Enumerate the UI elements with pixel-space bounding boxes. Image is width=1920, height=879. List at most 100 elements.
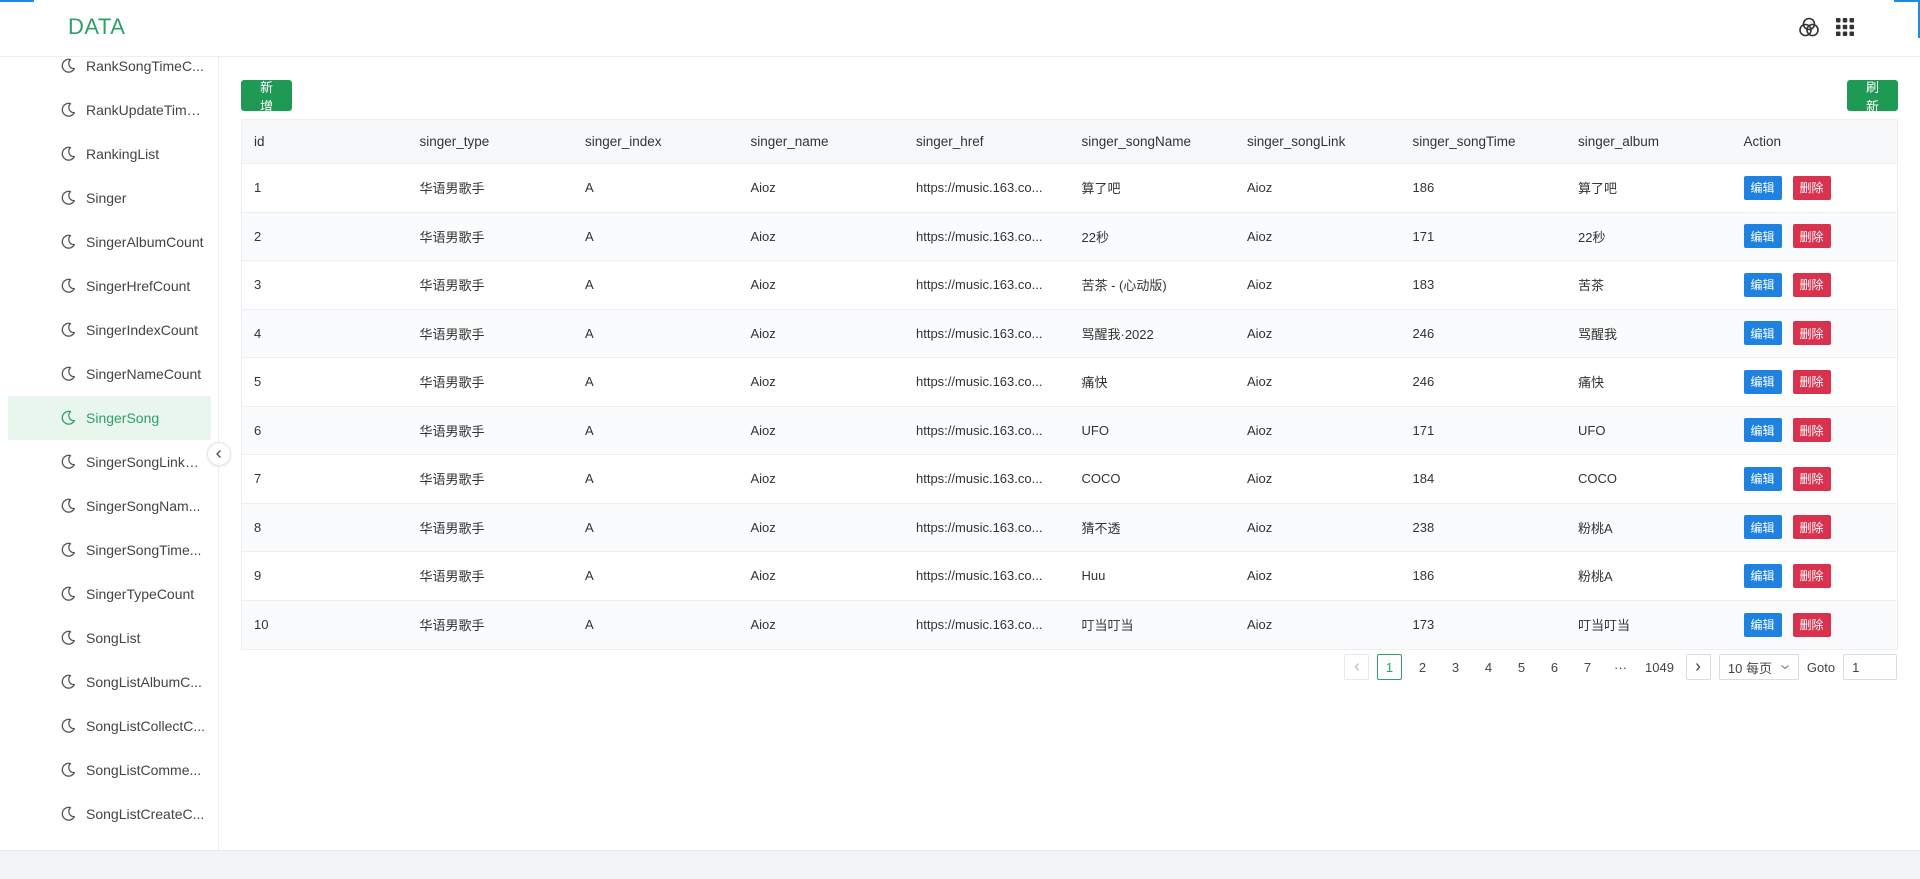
table-cell[interactable]: https://music.163.co... <box>904 164 1070 212</box>
edit-button[interactable]: 编辑 <box>1743 515 1782 540</box>
cell-text: 华语男歌手 <box>419 618 485 634</box>
page-last[interactable]: 1049 <box>1641 654 1678 680</box>
page-number[interactable]: 7 <box>1575 654 1600 680</box>
table-cell[interactable]: https://music.163.co... <box>904 455 1070 503</box>
sidebar-item[interactable]: SingerTypeCount <box>0 572 218 616</box>
table-cell: UFO <box>1070 407 1236 455</box>
sidebar-item[interactable]: SingerNameCount <box>0 352 218 396</box>
cell-text: Aioz <box>750 228 776 244</box>
table-cell: Aioz <box>1235 504 1401 552</box>
page-number[interactable]: 2 <box>1410 654 1435 680</box>
table-cell: 3 <box>242 261 408 309</box>
table-cell: 22秒 <box>1566 213 1732 261</box>
sidebar-item[interactable]: SongListAlbumC... <box>0 660 218 704</box>
delete-button[interactable]: 删除 <box>1792 272 1831 297</box>
goto-input[interactable] <box>1843 654 1898 680</box>
cell-text: https://music.163.co... <box>916 277 1043 293</box>
table-cell: 苦茶 <box>1566 261 1732 309</box>
table-cell[interactable]: https://music.163.co... <box>904 504 1070 552</box>
table-cell[interactable]: https://music.163.co... <box>904 601 1070 650</box>
sidebar-item[interactable]: SongListDetail... <box>0 836 218 850</box>
column-header: Action <box>1743 134 1782 149</box>
table-cell: Aioz <box>739 310 905 358</box>
cell-text: UFO <box>1578 422 1606 438</box>
sidebar-item[interactable]: RankUpdateTime... <box>0 88 218 132</box>
moon-icon <box>61 586 76 601</box>
edit-button[interactable]: 编辑 <box>1743 563 1782 588</box>
edit-button[interactable]: 编辑 <box>1743 466 1782 491</box>
edit-button[interactable]: 编辑 <box>1743 369 1782 394</box>
sidebar-item[interactable]: SingerIndexCount <box>0 308 218 352</box>
delete-button[interactable]: 删除 <box>1792 612 1831 637</box>
cell-text: 3 <box>254 277 262 293</box>
sidebar-item[interactable]: RankingList <box>0 132 218 176</box>
sidebar-item[interactable]: SongList <box>0 616 218 660</box>
cell-text: 1 <box>254 180 262 196</box>
chevron-left-icon <box>1354 663 1359 671</box>
table-cell: Aioz <box>739 504 905 552</box>
sidebar-item[interactable]: SingerHrefCount <box>0 264 218 308</box>
cell-text: 华语男歌手 <box>419 326 485 342</box>
app-logo[interactable]: DATA <box>68 14 125 40</box>
table-cell: 246 <box>1401 358 1567 406</box>
page-ellipsis[interactable]: ··· <box>1608 654 1633 680</box>
color-circles-icon[interactable] <box>1797 15 1821 39</box>
edit-button[interactable]: 编辑 <box>1743 272 1782 297</box>
edit-button[interactable]: 编辑 <box>1743 321 1782 346</box>
sidebar-item[interactable]: SingerSongTime... <box>0 528 218 572</box>
next-page-button[interactable] <box>1685 654 1711 680</box>
table-cell[interactable]: https://music.163.co... <box>904 407 1070 455</box>
table-cell: Aioz <box>739 261 905 309</box>
edit-button[interactable]: 编辑 <box>1743 224 1782 249</box>
prev-page-button[interactable] <box>1344 654 1369 680</box>
moon-icon <box>61 542 76 557</box>
page-number[interactable]: 6 <box>1542 654 1567 680</box>
sidebar-item[interactable]: SingerSongLinkC... <box>0 440 218 484</box>
page-number[interactable]: 1 <box>1377 654 1402 680</box>
table-cell[interactable]: https://music.163.co... <box>904 552 1070 600</box>
page-number[interactable]: 5 <box>1509 654 1534 680</box>
delete-button[interactable]: 删除 <box>1792 563 1831 588</box>
table-cell: 171 <box>1401 407 1567 455</box>
page-size-select[interactable]: 10 每页 <box>1718 654 1799 680</box>
grid-apps-icon[interactable] <box>1833 15 1857 39</box>
edit-button[interactable]: 编辑 <box>1743 175 1782 200</box>
delete-button[interactable]: 删除 <box>1792 175 1831 200</box>
table-cell[interactable]: https://music.163.co... <box>904 261 1070 309</box>
page-number[interactable]: 4 <box>1476 654 1501 680</box>
delete-button[interactable]: 删除 <box>1792 369 1831 394</box>
cell-text: 173 <box>1412 617 1435 633</box>
table-cell[interactable]: https://music.163.co... <box>904 358 1070 406</box>
delete-button[interactable]: 删除 <box>1792 224 1831 249</box>
page-number[interactable]: 3 <box>1443 654 1468 680</box>
sidebar-collapse-button[interactable] <box>207 442 231 466</box>
delete-button[interactable]: 删除 <box>1792 515 1831 540</box>
add-button[interactable]: 新增 <box>241 80 292 114</box>
table-cell: Aioz <box>1235 261 1401 309</box>
cell-text: Aioz <box>1247 422 1273 438</box>
table-cell[interactable]: https://music.163.co... <box>904 213 1070 261</box>
edit-button[interactable]: 编辑 <box>1743 418 1782 443</box>
delete-button[interactable]: 删除 <box>1792 321 1831 346</box>
delete-button[interactable]: 删除 <box>1792 418 1831 443</box>
row-actions: 编辑 删除 <box>1732 358 1898 406</box>
cell-text: 171 <box>1412 422 1435 438</box>
moon-icon <box>61 102 76 117</box>
sidebar-item[interactable]: SongListCollectC... <box>0 704 218 748</box>
edit-button[interactable]: 编辑 <box>1743 612 1782 637</box>
sidebar-item[interactable]: SingerSongNam... <box>0 484 218 528</box>
sidebar-item[interactable]: Singer <box>0 176 218 220</box>
sidebar-item[interactable]: RankSongTimeC... <box>0 57 218 88</box>
chevron-left-icon <box>216 450 221 458</box>
sidebar-item[interactable]: SongListCreateC... <box>0 792 218 836</box>
refresh-button[interactable]: 刷新 <box>1847 80 1898 114</box>
delete-button[interactable]: 删除 <box>1792 466 1831 491</box>
cell-text: 华语男歌手 <box>419 472 485 488</box>
sidebar-item[interactable]: SingerAlbumCount <box>0 220 218 264</box>
table-cell[interactable]: https://music.163.co... <box>904 310 1070 358</box>
sidebar-item[interactable]: SingerSong <box>8 396 211 440</box>
moon-icon <box>61 410 76 425</box>
table-cell: 粉桃A <box>1566 552 1732 600</box>
sidebar-item[interactable]: SongListComme... <box>0 748 218 792</box>
table-row: 8 华语男歌手 A Aioz https://music.163.co... 猜不透 Aio… <box>242 503 1897 552</box>
